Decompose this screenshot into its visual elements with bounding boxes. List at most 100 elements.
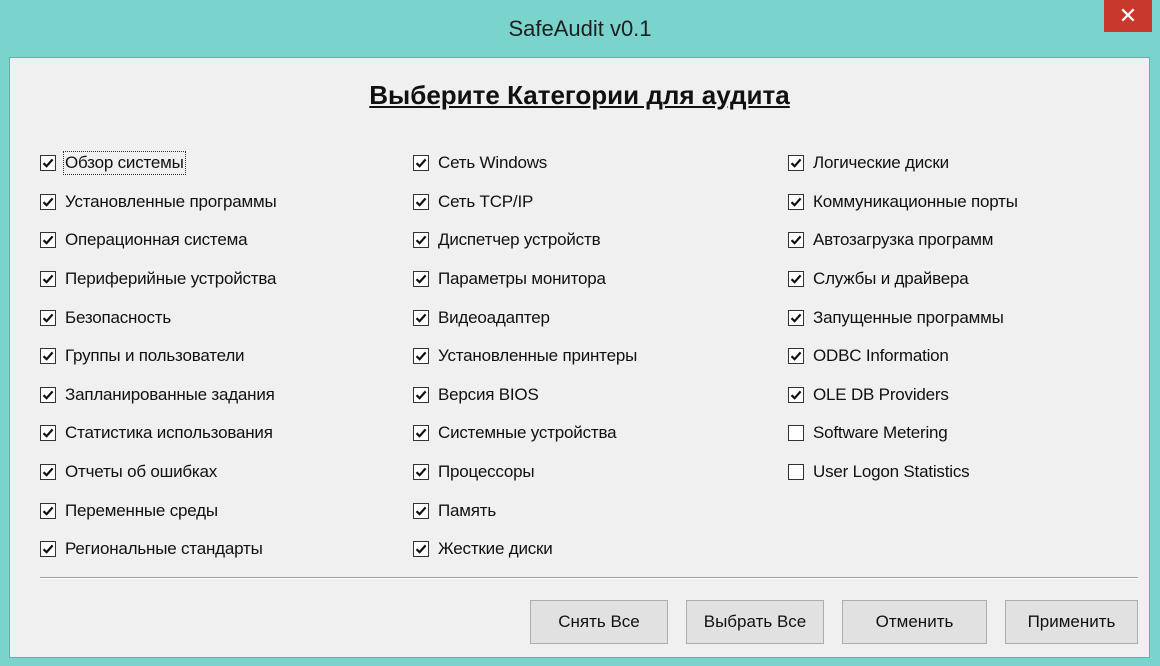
checkbox-checked[interactable]	[413, 155, 429, 172]
category-checkbox-item[interactable]: User Logon Statistics	[788, 453, 1018, 492]
checkbox-checked[interactable]	[788, 348, 804, 365]
close-button[interactable]: ✕	[1104, 0, 1152, 32]
category-checkbox-item[interactable]: Запущенные программы	[788, 298, 1018, 337]
checkbox-checked[interactable]	[413, 502, 429, 519]
category-checkbox-item[interactable]: Отчеты об ошибках	[40, 453, 276, 492]
check-icon	[42, 544, 54, 555]
checkbox-label: Группы и пользователи	[65, 346, 245, 366]
checkbox-checked[interactable]	[40, 541, 56, 558]
checkbox-label: Запланированные задания	[65, 384, 275, 404]
category-checkbox-item[interactable]: Службы и драйвера	[788, 260, 1018, 299]
checkbox-label: Software Metering	[813, 423, 948, 443]
checkbox-label: Автозагрузка программ	[813, 230, 994, 250]
checkbox-checked[interactable]	[788, 193, 804, 210]
check-icon	[790, 351, 802, 362]
category-checkbox-item[interactable]: Версия BIOS	[413, 376, 637, 415]
category-checkbox-item[interactable]: Установленные программы	[40, 183, 277, 222]
checkbox-unchecked[interactable]	[788, 425, 804, 442]
checkbox-checked[interactable]	[40, 502, 56, 519]
check-icon	[42, 467, 54, 477]
checkbox-checked[interactable]	[40, 193, 56, 210]
checkbox-checked[interactable]	[40, 155, 56, 172]
checkbox-checked[interactable]	[413, 386, 429, 403]
checkbox-checked[interactable]	[413, 193, 429, 210]
checkbox-checked[interactable]	[788, 386, 804, 403]
category-checkbox-item[interactable]: Статистика использования	[40, 414, 276, 453]
check-icon	[42, 313, 54, 323]
check-icon	[42, 506, 54, 516]
apply-button[interactable]: Применить	[1005, 600, 1138, 644]
check-icon	[415, 429, 427, 439]
category-checkbox-item[interactable]: Процессоры	[413, 453, 637, 492]
checkbox-label: Логические диски	[813, 153, 949, 173]
category-checkbox-item[interactable]: ODBC Information	[788, 337, 1018, 376]
category-checkbox-item[interactable]: Обзор системы	[40, 144, 276, 183]
checkbox-checked[interactable]	[40, 425, 56, 442]
checkbox-unchecked[interactable]	[788, 464, 804, 481]
checkbox-checked[interactable]	[413, 271, 429, 288]
checkbox-checked[interactable]	[413, 541, 429, 558]
checkbox-checked[interactable]	[413, 348, 429, 365]
category-checkbox-item[interactable]: Видеоадаптер	[413, 298, 637, 337]
category-checkbox-item[interactable]: Коммуникационные порты	[788, 183, 1018, 222]
checkbox-checked[interactable]	[40, 348, 56, 365]
title-bar[interactable]: SafeAudit v0.1 ✕	[0, 0, 1160, 58]
category-checkbox-item[interactable]: Группы и пользователи	[40, 337, 276, 376]
cancel-button[interactable]: Отменить	[842, 600, 987, 644]
checkbox-checked[interactable]	[788, 309, 804, 326]
check-icon	[415, 467, 427, 477]
category-checkbox-item[interactable]: Параметры монитора	[413, 260, 637, 299]
category-checkbox-item[interactable]: Операционная система	[40, 221, 276, 260]
category-checkbox-item[interactable]: Региональные стандарты	[40, 530, 276, 569]
check-icon	[415, 351, 427, 362]
checkbox-label: OLE DB Providers	[813, 384, 949, 404]
category-checkbox-item[interactable]: Диспетчер устройств	[413, 221, 637, 260]
checkbox-checked[interactable]	[413, 232, 429, 249]
checkbox-checked[interactable]	[788, 232, 804, 249]
checkbox-label: Память	[438, 500, 497, 520]
category-checkbox-item[interactable]: Сеть Windows	[413, 144, 637, 183]
checkbox-checked[interactable]	[40, 309, 56, 326]
checkbox-label: Жесткие диски	[438, 539, 553, 559]
category-checkbox-item[interactable]: Установленные принтеры	[413, 337, 637, 376]
checkbox-checked[interactable]	[40, 271, 56, 288]
category-checkbox-item[interactable]: OLE DB Providers	[788, 376, 1018, 415]
check-icon	[415, 236, 427, 246]
checkbox-label: Операционная система	[65, 230, 248, 250]
category-column-3: Логические диски Коммуникационные порты Ав…	[788, 144, 1018, 491]
checkbox-checked[interactable]	[788, 271, 804, 288]
category-checkbox-item[interactable]: Периферийные устройства	[40, 260, 276, 299]
checkbox-checked[interactable]	[788, 155, 804, 172]
checkbox-label: Параметры монитора	[438, 269, 606, 289]
checkbox-checked[interactable]	[40, 232, 56, 249]
checkbox-checked[interactable]	[40, 464, 56, 481]
category-checkbox-item[interactable]: Жесткие диски	[413, 530, 637, 569]
checkbox-label: Версия BIOS	[438, 384, 539, 404]
check-icon	[415, 506, 427, 516]
checkbox-checked[interactable]	[413, 425, 429, 442]
clear-all-button[interactable]: Снять Все	[530, 600, 668, 644]
check-icon	[42, 351, 54, 362]
close-icon: ✕	[1118, 3, 1138, 28]
checkbox-checked[interactable]	[413, 309, 429, 326]
category-checkbox-item[interactable]: Память	[413, 491, 637, 530]
check-icon	[790, 274, 802, 284]
category-checkbox-item[interactable]: Переменные среды	[40, 491, 276, 530]
select-all-button[interactable]: Выбрать Все	[686, 600, 824, 644]
category-checkbox-item[interactable]: Автозагрузка программ	[788, 221, 1018, 260]
page-title: Выберите Категории для аудита	[369, 80, 790, 110]
check-icon	[790, 236, 802, 246]
checkbox-checked[interactable]	[40, 386, 56, 403]
category-checkbox-item[interactable]: Логические диски	[788, 144, 1018, 183]
category-checkbox-item[interactable]: Системные устройства	[413, 414, 637, 453]
category-checkbox-item[interactable]: Software Metering	[788, 414, 1018, 453]
category-checkbox-item[interactable]: Сеть TCP/IP	[413, 183, 637, 222]
check-icon	[415, 274, 427, 284]
checkbox-label: Установленные программы	[65, 191, 277, 211]
category-column-2: Сеть Windows Сеть TCP/IP Диспетчер устройс…	[413, 144, 637, 569]
category-column-1: Обзор системы Установленные программы Опер…	[40, 144, 277, 569]
category-checkbox-item[interactable]: Безопасность	[40, 298, 276, 337]
checkbox-label: Обзор системы	[63, 151, 186, 176]
checkbox-checked[interactable]	[413, 464, 429, 481]
category-checkbox-item[interactable]: Запланированные задания	[40, 376, 276, 415]
